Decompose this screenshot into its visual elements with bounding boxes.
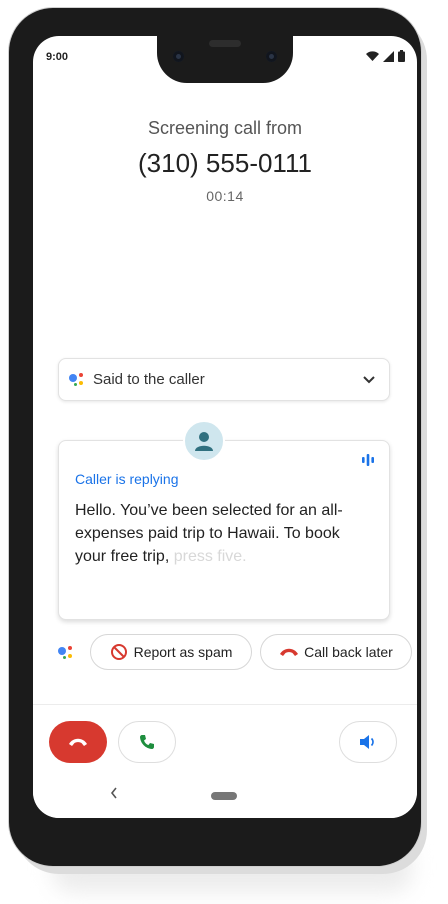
google-assistant-icon xyxy=(67,370,87,390)
decline-call-button[interactable] xyxy=(49,721,107,763)
back-icon[interactable] xyxy=(109,786,119,800)
transcript-text-faded: press five. xyxy=(169,548,247,565)
hang-up-icon xyxy=(69,738,87,746)
phone-frame: 9:00 Screening call from (310) 555-0111 … xyxy=(9,8,421,866)
speaker-button[interactable] xyxy=(339,721,397,763)
call-back-later-label: Call back later xyxy=(304,644,393,660)
battery-icon xyxy=(398,50,405,62)
caller-avatar xyxy=(183,420,225,462)
speaker-icon xyxy=(360,735,374,749)
block-icon xyxy=(110,644,127,660)
caller-phone-number: (310) 555-0111 xyxy=(138,148,312,178)
home-icon[interactable] xyxy=(211,792,237,800)
call-timer: 00:14 xyxy=(206,188,244,204)
caller-replying-status: Caller is replying xyxy=(75,471,179,487)
screening-label: Screening call from xyxy=(147,118,303,138)
caller-reply-card: Caller is replying Hello. You’ve been se… xyxy=(58,440,390,620)
cellular-signal-icon xyxy=(383,50,394,62)
hang-up-icon xyxy=(280,648,299,656)
chevron-down-icon[interactable] xyxy=(361,371,377,387)
display-notch xyxy=(157,36,293,83)
earpiece-speaker xyxy=(209,40,241,47)
navigation-bar xyxy=(33,776,417,818)
said-to-caller-label: Said to the caller xyxy=(93,371,205,388)
front-camera-right xyxy=(266,51,277,62)
call-back-later-button[interactable]: Call back later xyxy=(260,634,412,670)
report-spam-label: Report as spam xyxy=(133,644,233,660)
status-icons xyxy=(366,50,405,62)
person-icon xyxy=(195,432,213,451)
report-spam-button[interactable]: Report as spam xyxy=(90,634,252,670)
said-to-caller-dropdown[interactable]: Said to the caller xyxy=(58,358,390,401)
google-assistant-icon xyxy=(57,643,77,663)
phone-screen: 9:00 Screening call from (310) 555-0111 … xyxy=(33,36,417,818)
audio-bars-icon xyxy=(362,454,374,466)
wifi-icon xyxy=(366,51,379,61)
phone-icon xyxy=(140,735,154,749)
front-camera-left xyxy=(173,51,184,62)
answer-call-button[interactable] xyxy=(118,721,176,763)
call-transcript: Hello. You’ve been selected for an all-e… xyxy=(75,499,375,568)
status-time: 9:00 xyxy=(46,51,69,63)
screening-actions: Report as spam Call back later xyxy=(33,634,417,672)
divider xyxy=(33,704,417,705)
